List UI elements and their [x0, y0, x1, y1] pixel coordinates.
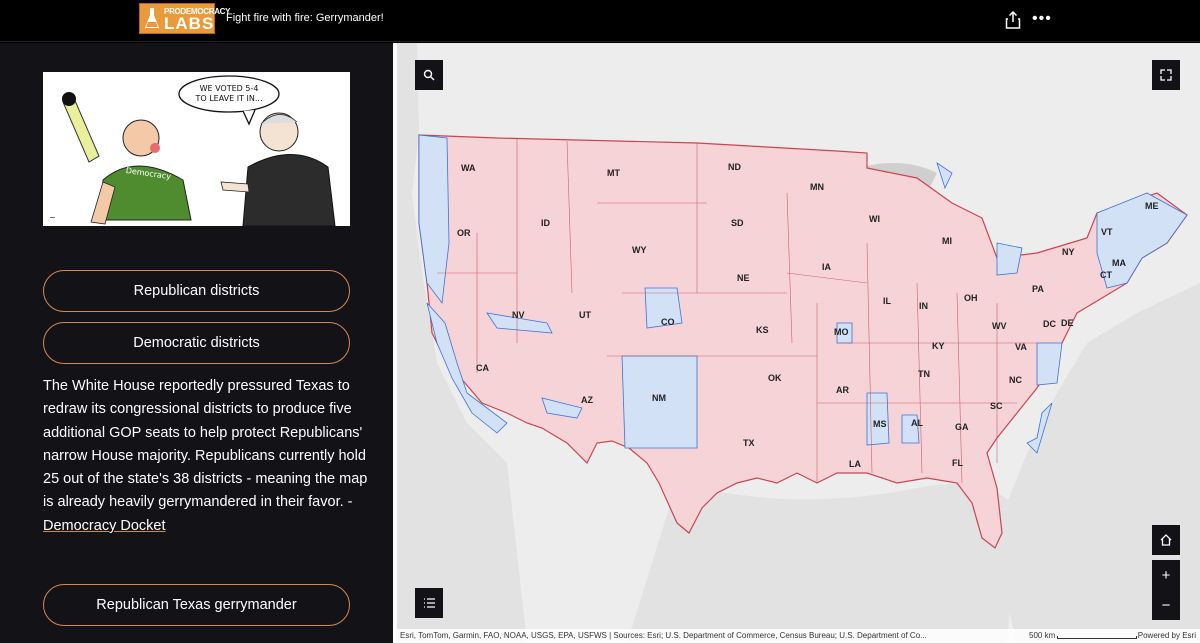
share-icon[interactable]: [1005, 11, 1021, 29]
svg-text:~: ~: [49, 213, 56, 222]
svg-text:CA: CA: [476, 363, 489, 373]
fullscreen-button[interactable]: [1152, 60, 1180, 90]
svg-text:AR: AR: [836, 385, 849, 395]
scale-bar: [1057, 636, 1137, 639]
svg-text:CT: CT: [1100, 270, 1112, 280]
speech-line-1: WE VOTED 5-4: [200, 84, 259, 93]
top-bar: PRODEMOCRACY LABS Fight fire with fire: …: [0, 0, 1200, 42]
speech-line-2: TO LEAVE IT IN...: [194, 94, 262, 103]
svg-text:TN: TN: [918, 369, 930, 379]
attribution-text: Esri, TomTom, Garmin, FAO, NOAA, USGS, E…: [400, 631, 927, 640]
svg-text:PA: PA: [1032, 284, 1044, 294]
svg-text:AZ: AZ: [581, 395, 593, 405]
svg-text:IA: IA: [822, 262, 832, 272]
svg-text:GA: GA: [955, 422, 969, 432]
svg-text:IN: IN: [919, 301, 928, 311]
svg-text:NE: NE: [737, 273, 750, 283]
svg-text:TX: TX: [743, 438, 755, 448]
svg-text:NC: NC: [1009, 375, 1022, 385]
svg-text:ND: ND: [728, 162, 741, 172]
zoom-in-button[interactable]: +: [1152, 560, 1180, 590]
svg-text:SD: SD: [731, 218, 744, 228]
home-icon: [1160, 534, 1172, 546]
svg-text:MA: MA: [1112, 258, 1126, 268]
svg-text:KY: KY: [932, 341, 945, 351]
map-search-button[interactable]: [415, 60, 443, 90]
svg-text:ME: ME: [1145, 201, 1159, 211]
flask-icon: [145, 8, 159, 28]
svg-text:NV: NV: [512, 310, 525, 320]
svg-text:WY: WY: [632, 245, 647, 255]
svg-text:VT: VT: [1101, 227, 1113, 237]
svg-text:NY: NY: [1062, 247, 1075, 257]
svg-text:OK: OK: [768, 373, 782, 383]
map-view[interactable]: WA OR CA NV ID MT WY UT AZ CO NM ND SD NE KS OK TX M…: [397, 43, 1200, 643]
republican-districts-button[interactable]: Republican districts: [43, 270, 350, 312]
svg-text:OH: OH: [964, 293, 978, 303]
svg-text:UT: UT: [579, 310, 591, 320]
svg-text:WV: WV: [992, 321, 1007, 331]
logo-big-text: LABS: [164, 14, 215, 33]
map-attribution: Esri, TomTom, Garmin, FAO, NOAA, USGS, E…: [397, 629, 1200, 643]
powered-by-esri[interactable]: Powered by Esri: [1138, 629, 1196, 643]
svg-text:WI: WI: [869, 214, 880, 224]
svg-text:DC: DC: [1043, 319, 1056, 329]
body-paragraph: The White House reportedly pressured Tex…: [43, 375, 373, 538]
zoom-out-button[interactable]: −: [1152, 590, 1180, 620]
scale-label: 500 km: [1029, 631, 1056, 640]
svg-text:WA: WA: [461, 163, 476, 173]
svg-text:LA: LA: [849, 459, 861, 469]
svg-text:SC: SC: [990, 401, 1003, 411]
svg-text:NM: NM: [652, 393, 666, 403]
svg-text:MI: MI: [942, 236, 952, 246]
prodemocracy-labs-logo[interactable]: PRODEMOCRACY LABS: [139, 3, 230, 34]
svg-text:MS: MS: [873, 419, 887, 429]
svg-text:VA: VA: [1015, 342, 1027, 352]
us-district-map: WA OR CA NV ID MT WY UT AZ CO NM ND SD NE KS OK TX M…: [397, 43, 1200, 643]
svg-text:FL: FL: [952, 458, 963, 468]
democratic-districts-button[interactable]: Democratic districts: [43, 322, 350, 364]
home-button[interactable]: [1152, 525, 1180, 555]
svg-text:OR: OR: [457, 228, 471, 238]
legend-button[interactable]: [415, 588, 443, 618]
body-text: The White House reportedly pressured Tex…: [43, 378, 368, 511]
democracy-docket-link[interactable]: Democracy Docket: [43, 518, 165, 534]
svg-text:AL: AL: [911, 418, 923, 428]
svg-text:DE: DE: [1061, 318, 1074, 328]
political-cartoon: WE VOTED 5-4 TO LEAVE IT IN... Democracy…: [43, 72, 350, 226]
svg-text:CO: CO: [661, 317, 675, 327]
svg-text:MN: MN: [810, 182, 824, 192]
more-options-icon[interactable]: •••: [1032, 10, 1052, 28]
expand-icon: [1160, 69, 1172, 81]
sidebar: WE VOTED 5-4 TO LEAVE IT IN... Democracy…: [0, 43, 393, 643]
legend-list-icon: [423, 598, 435, 608]
svg-text:KS: KS: [756, 325, 769, 335]
republican-texas-gerrymander-button[interactable]: Republican Texas gerrymander: [43, 584, 350, 626]
search-icon: [423, 69, 435, 81]
svg-text:MO: MO: [834, 327, 849, 337]
svg-text:IL: IL: [883, 296, 892, 306]
svg-text:MT: MT: [607, 168, 620, 178]
app-title: Fight fire with fire: Gerrymander!: [226, 12, 384, 24]
svg-text:ID: ID: [541, 218, 551, 228]
